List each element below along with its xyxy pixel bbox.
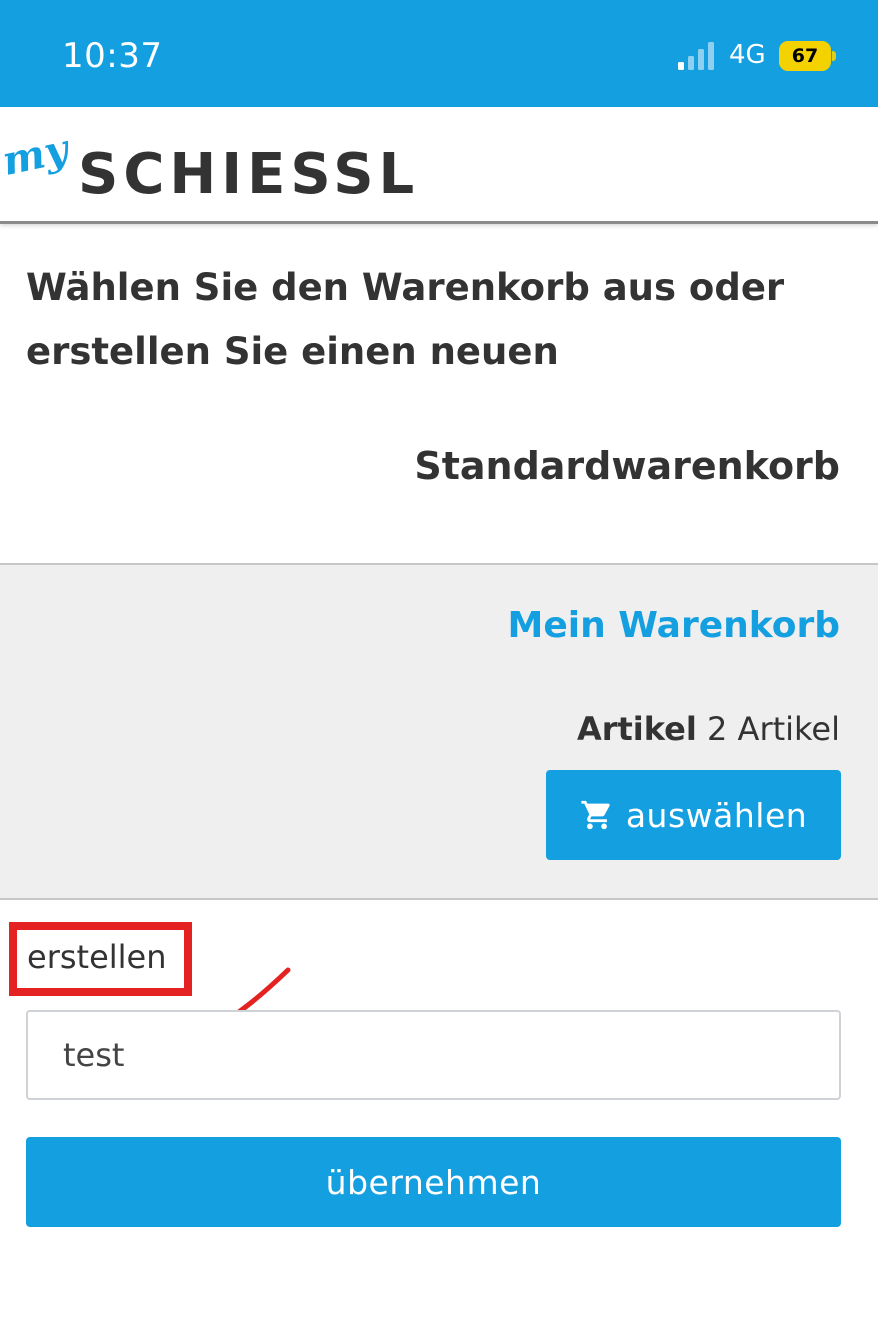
logo[interactable]: SCHIESSL	[78, 142, 419, 207]
network-type: 4G	[729, 40, 766, 70]
battery-icon	[832, 51, 836, 61]
select-cart-label: auswählen	[625, 795, 808, 835]
cart-items-value: 2 Artikel	[707, 710, 840, 748]
cart-items-label: Artikel	[576, 710, 697, 748]
cart-item-count: Artikel 2 Artikel	[577, 710, 840, 748]
cart-title-link[interactable]: Mein Warenkorb	[508, 605, 841, 646]
status-time: 10:37	[62, 36, 163, 76]
page-title: Wählen Sie den Warenkorb aus oder erstel…	[26, 266, 785, 373]
annotation-highlight-box	[9, 922, 192, 996]
status-bar: 10:37 4G 67	[0, 0, 878, 107]
cart-name: Standardwarenkorb	[414, 444, 840, 488]
select-cart-button[interactable]: auswählen	[546, 770, 841, 860]
cart-icon	[581, 800, 610, 830]
battery-level: 67	[779, 41, 831, 71]
signal-bars-icon	[678, 42, 714, 70]
submit-button[interactable]: übernehmen	[26, 1137, 841, 1227]
cart-name-input[interactable]	[26, 1010, 841, 1100]
